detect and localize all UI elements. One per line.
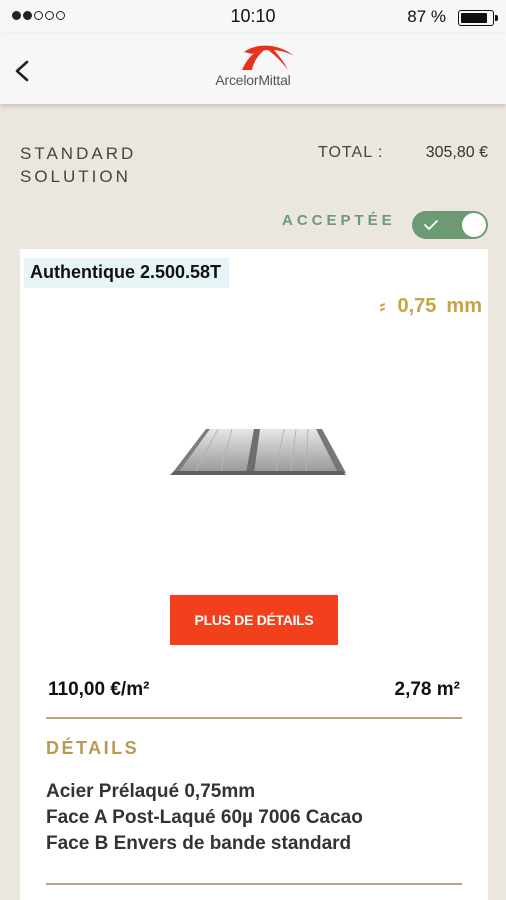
thickness: ⸗ 0,75 mm: [379, 295, 482, 318]
thickness-icon: ⸗: [379, 296, 386, 316]
accepted-label: ACCEPTÉE: [282, 212, 396, 229]
battery-icon: [458, 10, 498, 26]
solution-title-line1: STANDARD: [20, 144, 137, 163]
chevron-left-icon: [15, 60, 29, 82]
unit-price: 110,00 €/m²: [48, 679, 150, 700]
check-icon: [424, 220, 438, 230]
details-line: Face A Post-Laqué 60µ 7006 Cacao: [46, 807, 363, 828]
roof-panel-image: [170, 428, 346, 475]
total-value: 305,80 €: [425, 144, 488, 161]
logo-swoosh-icon: [242, 45, 294, 70]
details-heading: DÉTAILS: [46, 738, 140, 758]
arcelormittal-logo: ArcelorMittal: [198, 40, 308, 96]
divider: [46, 883, 462, 885]
back-button[interactable]: [8, 56, 38, 86]
more-details-button[interactable]: PLUS DE DÉTAILS: [170, 595, 338, 645]
surface-area: 2,78 m²: [394, 679, 460, 700]
product-name: Authentique 2.500.58T: [24, 258, 230, 288]
solution-title-line2: SOLUTION: [20, 167, 131, 186]
accepted-toggle[interactable]: [412, 211, 488, 239]
details-line: Face B Envers de bande standard: [46, 833, 352, 854]
solution-title: STANDARD SOLUTION: [20, 142, 136, 188]
thickness-value: 0,75: [397, 295, 437, 317]
status-bar: 10:10 87 %: [0, 0, 506, 34]
product-card: Authentique 2.500.58T ⸗ 0,75 mm PLUS DE DÉ…: [20, 249, 488, 900]
details-line: Acier Prélaqué 0,75mm: [46, 781, 256, 802]
battery-level: [461, 13, 488, 23]
brand-name: ArcelorMittal: [215, 72, 291, 88]
toggle-knob: [462, 213, 486, 237]
details-text: Acier Prélaqué 0,75mm Face A Post-Laqué …: [46, 779, 466, 857]
thickness-unit: mm: [446, 295, 482, 317]
battery-percent: 87 %: [407, 7, 446, 26]
divider: [46, 717, 462, 719]
total-label: TOTAL :: [318, 144, 384, 161]
nav-bar: ArcelorMittal: [0, 34, 506, 104]
